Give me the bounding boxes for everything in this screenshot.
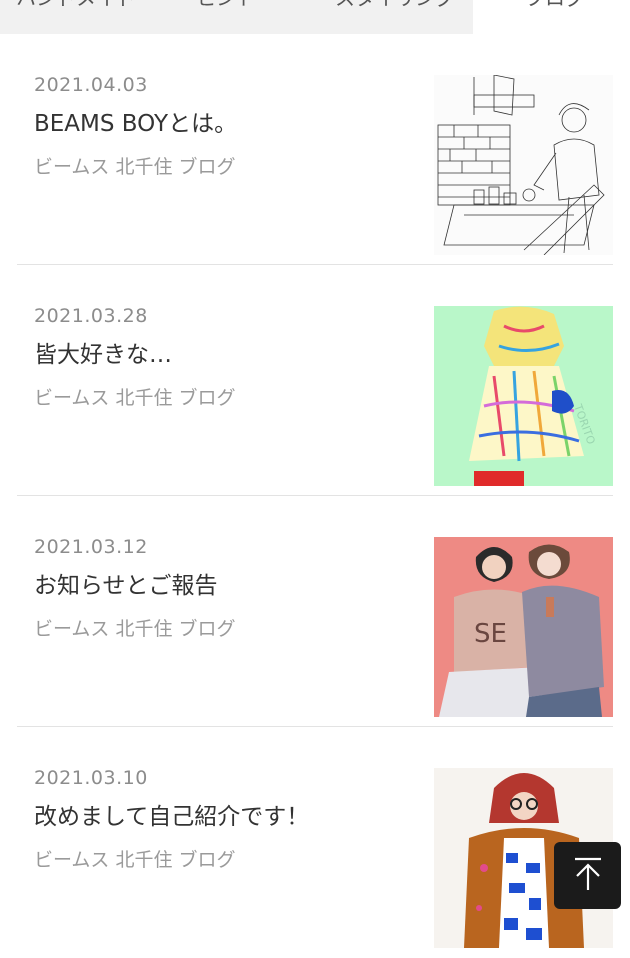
tab-inactive-area[interactable]: ハンドメイド ヒント スタイリング xyxy=(0,0,473,34)
arrow-up-icon xyxy=(573,857,603,895)
back-to-top-button[interactable] xyxy=(554,842,621,909)
tab-blog-label[interactable]: ブログ xyxy=(525,0,585,11)
post-category[interactable]: ビームス 北千住 ブログ xyxy=(34,845,236,872)
tab-styling[interactable]: スタイリング xyxy=(335,0,455,11)
list-item[interactable]: 2021.03.10 改めまして自己紹介です！ ビームス 北千住 ブログ xyxy=(0,727,630,958)
post-date: 2021.03.28 xyxy=(34,305,148,327)
post-date: 2021.03.12 xyxy=(34,536,148,558)
post-thumbnail[interactable]: SE xyxy=(434,537,613,717)
post-thumbnail[interactable] xyxy=(434,75,613,255)
post-title[interactable]: BEAMS BOYとは。 xyxy=(34,104,237,138)
tab-bar: ハンドメイド ヒント スタイリング ブログ xyxy=(0,0,630,34)
tab-handmade[interactable]: ハンドメイド xyxy=(16,0,136,11)
post-title[interactable]: 皆大好きな… xyxy=(34,335,172,369)
post-title[interactable]: 改めまして自己紹介です！ xyxy=(34,797,309,831)
svg-text:SE: SE xyxy=(474,619,507,649)
tab-blog[interactable]: ブログ xyxy=(473,0,630,34)
post-title[interactable]: お知らせとご報告 xyxy=(34,566,218,600)
list-item[interactable]: 2021.03.28 皆大好きな… ビームス 北千住 ブログ TORITO xyxy=(0,265,630,496)
post-date: 2021.03.10 xyxy=(34,767,148,789)
post-category[interactable]: ビームス 北千住 ブログ xyxy=(34,152,236,179)
post-category[interactable]: ビームス 北千住 ブログ xyxy=(34,614,236,641)
post-thumbnail[interactable]: TORITO xyxy=(434,306,613,486)
tab-hint[interactable]: ヒント xyxy=(196,0,256,11)
list-item[interactable]: 2021.03.12 お知らせとご報告 ビームス 北千住 ブログ SE xyxy=(0,496,630,727)
blog-list: 2021.04.03 BEAMS BOYとは。 ビームス 北千住 ブログ 202… xyxy=(0,34,630,958)
list-item[interactable]: 2021.04.03 BEAMS BOYとは。 ビームス 北千住 ブログ xyxy=(0,34,630,265)
post-category[interactable]: ビームス 北千住 ブログ xyxy=(34,383,236,410)
post-date: 2021.04.03 xyxy=(34,74,148,96)
